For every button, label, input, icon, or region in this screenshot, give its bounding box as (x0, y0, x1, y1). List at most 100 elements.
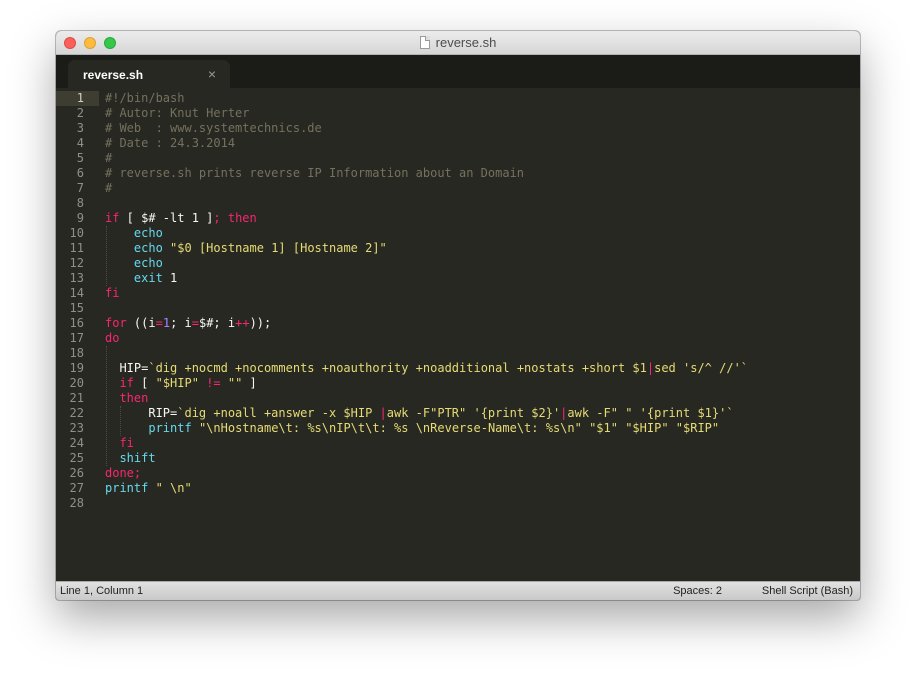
code-token: ; i (170, 316, 192, 330)
code-token: "$HIP" (155, 376, 199, 390)
code-token: echo (133, 256, 163, 270)
code-line[interactable]: # (105, 181, 112, 196)
code-token: echo (133, 226, 163, 240)
status-bar: Line 1, Column 1 Spaces: 2 Shell Script … (56, 581, 860, 600)
code-token: done; (105, 466, 142, 480)
line-number: 18 (69, 346, 84, 360)
line-number: 14 (69, 286, 84, 300)
code-line[interactable]: if [ "$HIP" != "" ] (105, 376, 256, 391)
code-line[interactable]: then (105, 391, 148, 406)
line-number-gutter: 1 2 3 4 5 6 7 8 9 10 11 12 13 14 15 16 17 18 19 20 21 22 23 24 2… (56, 88, 99, 582)
code-line[interactable]: echo "$0 [Hostname 1] [Hostname 2]" (105, 241, 387, 256)
code-line[interactable]: # Web : www.systemtechnics.de (105, 121, 322, 136)
code-line[interactable]: # reverse.sh prints reverse IP Informati… (105, 166, 524, 181)
code-token: exit (133, 271, 163, 285)
title-bar[interactable]: reverse.sh (56, 31, 860, 55)
code-token: `dig +nocmd +nocomments +noauthority +no… (148, 361, 647, 375)
code-token: `dig +noall +answer -x $HIP (177, 406, 380, 420)
code-line[interactable]: # Date : 24.3.2014 (105, 136, 235, 151)
code-line[interactable]: # Autor: Knut Herter (105, 106, 250, 121)
line-number: 27 (69, 481, 84, 495)
line-number: 28 (69, 496, 84, 510)
code-line[interactable]: echo (105, 256, 163, 271)
code-token: = (191, 316, 199, 330)
code-line[interactable]: fi (105, 286, 119, 301)
code-token: echo (133, 241, 163, 255)
code-token: # Date : 24.3.2014 (105, 136, 236, 150)
code-token: | (646, 361, 655, 375)
cursor-position[interactable]: Line 1, Column 1 (60, 585, 143, 597)
code-token: do (105, 331, 120, 345)
line-number: 13 (69, 271, 84, 285)
code-line[interactable]: # (105, 151, 112, 166)
code-token: ++ (235, 316, 250, 330)
code-token: [ $# -lt 1 ] (119, 211, 214, 225)
code-line[interactable]: RIP=`dig +noall +answer -x $HIP |awk -F"… (105, 406, 733, 421)
line-number: 12 (69, 256, 84, 270)
code-token: )); (249, 316, 272, 330)
code-token: # (105, 151, 113, 165)
line-number: 20 (69, 376, 84, 390)
tab-close-icon[interactable]: × (208, 66, 216, 82)
code-line[interactable]: exit 1 (105, 271, 177, 286)
code-token: ; (213, 211, 221, 225)
window-title-area: reverse.sh (56, 35, 860, 50)
code-line[interactable]: shift (105, 451, 156, 466)
code-token: sed 's/^ //'` (654, 361, 749, 375)
line-number: 6 (76, 166, 84, 180)
code-line[interactable]: echo (105, 226, 163, 241)
indentation-setting[interactable]: Spaces: 2 (673, 585, 722, 597)
code-line[interactable]: done; (105, 466, 141, 481)
code-token: = (155, 316, 163, 330)
code-token: shift (119, 451, 156, 465)
line-number: 5 (76, 151, 84, 165)
code-token: [ (133, 376, 156, 390)
code-token: "" (227, 376, 243, 390)
line-number: 16 (69, 316, 84, 330)
tab-reverse-sh[interactable]: reverse.sh × (68, 60, 230, 88)
line-number: 9 (76, 211, 84, 225)
code-token: 1 (162, 316, 171, 330)
tab-bar: reverse.sh × (56, 55, 860, 88)
line-number: 24 (69, 436, 84, 450)
code-token: 1 (162, 271, 178, 285)
code-line[interactable]: #!/bin/bash (105, 91, 184, 106)
code-editor[interactable]: 1 2 3 4 5 6 7 8 9 10 11 12 13 14 15 16 17 18 19 20 21 22 23 24 2… (56, 88, 860, 582)
line-number: 2 (76, 106, 84, 120)
code-token: "$0 [Hostname 1] [Hostname 2]" (170, 241, 387, 255)
line-number: 8 (76, 196, 84, 210)
line-number: 11 (69, 241, 84, 255)
line-number: 21 (69, 391, 84, 405)
code-line[interactable]: fi (105, 436, 133, 451)
code-token: | (379, 406, 387, 420)
syntax-selector[interactable]: Shell Script (Bash) (762, 585, 853, 597)
code-token: # Autor: Knut Herter (105, 106, 250, 120)
code-token: # Web : www.systemtechnics.de (105, 121, 322, 135)
indent-guide (106, 346, 107, 466)
code-line[interactable]: for ((i=1; i=$#; i++)); (105, 316, 271, 331)
code-line[interactable]: do (105, 331, 119, 346)
code-token: # reverse.sh prints reverse IP Informati… (105, 166, 525, 180)
line-number: 25 (69, 451, 84, 465)
code-token: then (227, 211, 257, 225)
code-token: if (105, 211, 120, 225)
code-line[interactable]: if [ $# -lt 1 ]; then (105, 211, 257, 226)
code-line[interactable]: HIP=`dig +nocmd +nocomments +noauthority… (105, 361, 748, 376)
code-token: # (105, 181, 113, 195)
code-token: "\nHostname\t: %s\nIP\t\t: %s \nReverse-… (198, 421, 720, 435)
code-line[interactable]: printf " \n" (105, 481, 192, 496)
code-token: #!/bin/bash (105, 91, 185, 105)
indent-guide (120, 406, 122, 436)
tab-label: reverse.sh (83, 68, 144, 82)
code-line[interactable]: printf "\nHostname\t: %s\nIP\t\t: %s \nR… (105, 421, 719, 436)
